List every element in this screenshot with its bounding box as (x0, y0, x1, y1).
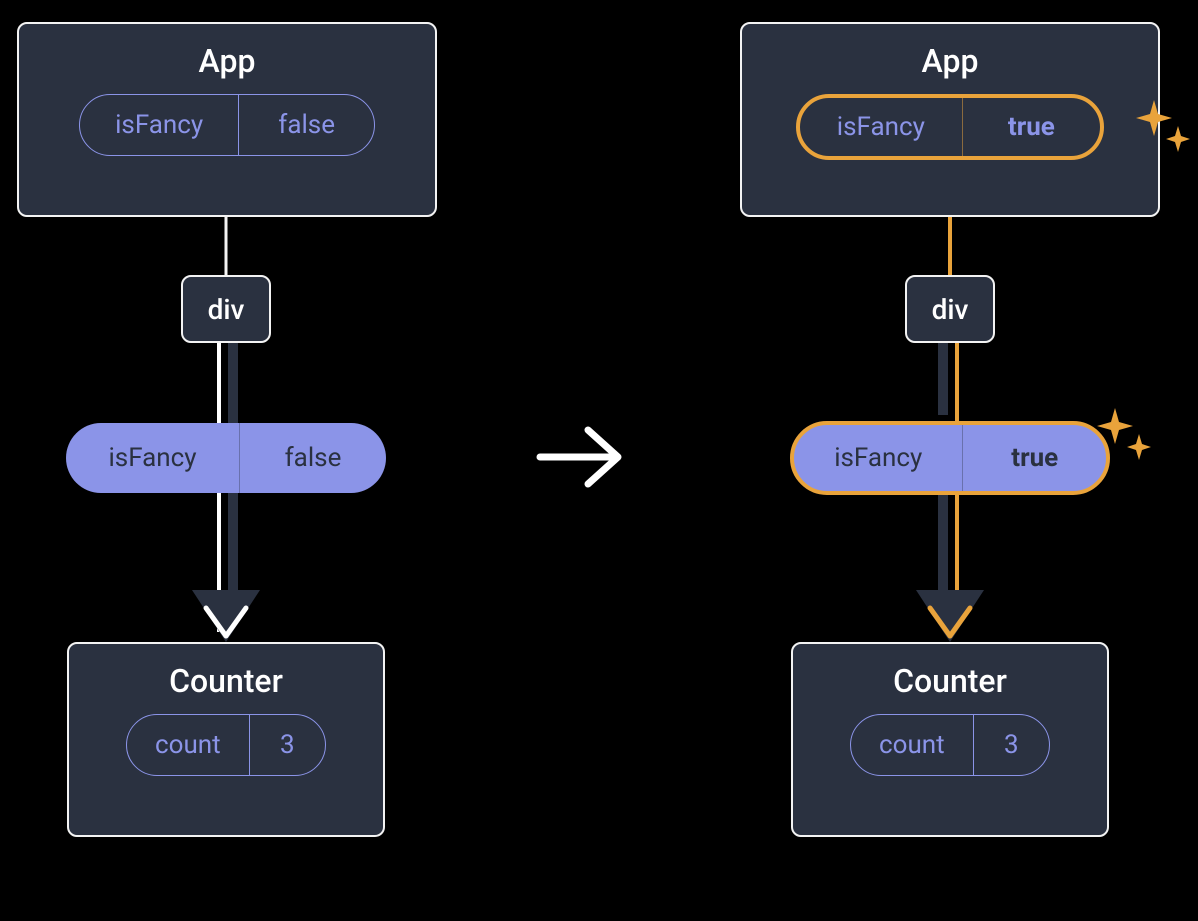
app-state-pill-left: isFancy false (79, 94, 375, 156)
pill-key: count (127, 715, 249, 775)
app-state-pill-right: isFancy true (796, 94, 1104, 160)
app-box-right: App isFancy true (740, 22, 1160, 217)
pill-value: true (963, 98, 1100, 156)
pill-value: 3 (974, 715, 1049, 775)
pill-key: isFancy (794, 425, 962, 491)
div-label-left: div (208, 293, 245, 326)
counter-state-pill-right: count 3 (850, 714, 1050, 776)
sparkle-icon (1136, 96, 1190, 156)
pill-key: isFancy (80, 95, 238, 155)
div-box-right: div (905, 275, 995, 343)
div-label-right: div (932, 293, 969, 326)
arrow-right-icon (540, 430, 618, 484)
counter-state-pill-left: count 3 (126, 714, 326, 776)
pill-value: 3 (250, 715, 325, 775)
pill-key: count (851, 715, 973, 775)
pill-value: true (963, 425, 1106, 491)
diagram-stage: App isFancy false div isFancy false Coun… (0, 0, 1198, 921)
app-title-left: App (199, 42, 256, 80)
prop-pill-right: isFancy true (790, 421, 1110, 495)
pill-value: false (239, 95, 374, 155)
counter-box-left: Counter count 3 (67, 642, 385, 837)
counter-title-right: Counter (893, 662, 1007, 700)
div-box-left: div (181, 275, 271, 343)
app-title-right: App (922, 42, 979, 80)
pill-key: isFancy (800, 98, 962, 156)
app-box-left: App isFancy false (17, 22, 437, 217)
sparkle-icon (1097, 404, 1151, 464)
pill-key: isFancy (66, 423, 239, 493)
pill-value: false (240, 423, 386, 493)
counter-title-left: Counter (169, 662, 283, 700)
prop-pill-left: isFancy false (66, 423, 386, 493)
counter-box-right: Counter count 3 (791, 642, 1109, 837)
